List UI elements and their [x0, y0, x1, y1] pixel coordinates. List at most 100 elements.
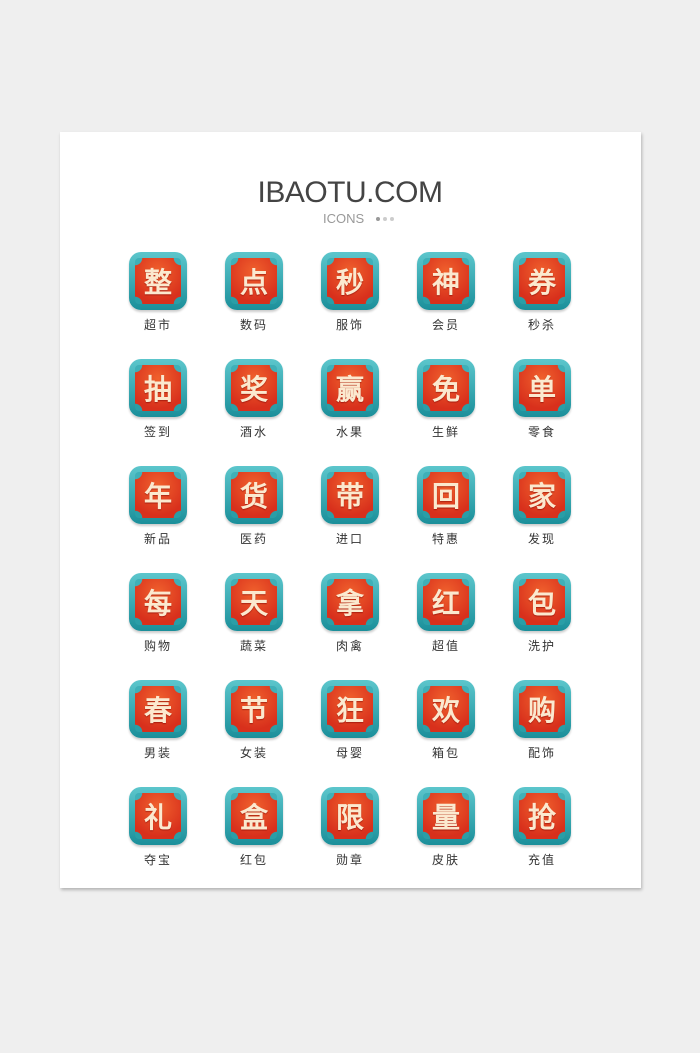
icon-item[interactable]: 购配饰	[494, 680, 590, 787]
icon-item[interactable]: 点数码	[206, 252, 302, 359]
icon-label: 超值	[431, 639, 460, 653]
icon-label: 红包	[239, 853, 268, 867]
icon-label: 配饰	[527, 746, 556, 760]
icon-item[interactable]: 节女装	[206, 680, 302, 787]
badge-icon: 年	[129, 466, 187, 524]
icon-item[interactable]: 包洗护	[494, 573, 590, 680]
icon-character: 购	[519, 686, 565, 732]
badge-icon: 免	[417, 359, 475, 417]
badge-icon: 拿	[321, 573, 379, 631]
icon-character: 秒	[327, 258, 373, 304]
icon-character: 红	[423, 579, 469, 625]
icon-item[interactable]: 回特惠	[398, 466, 494, 573]
badge-icon: 抽	[129, 359, 187, 417]
icon-item[interactable]: 春男装	[110, 680, 206, 787]
badge-icon: 限	[321, 787, 379, 845]
icon-item[interactable]: 抢充值	[494, 787, 590, 894]
icon-item[interactable]: 每购物	[110, 573, 206, 680]
badge-icon: 欢	[417, 680, 475, 738]
icon-character: 每	[135, 579, 181, 625]
icon-item[interactable]: 红超值	[398, 573, 494, 680]
badge-icon: 奖	[225, 359, 283, 417]
icon-item[interactable]: 欢箱包	[398, 680, 494, 787]
icon-item[interactable]: 年新品	[110, 466, 206, 573]
icon-character: 抢	[519, 793, 565, 839]
icon-item[interactable]: 拿肉禽	[302, 573, 398, 680]
badge-icon: 点	[225, 252, 283, 310]
icon-character: 抽	[135, 365, 181, 411]
icon-label: 发现	[527, 532, 556, 546]
icon-label: 男装	[143, 746, 172, 760]
icon-item[interactable]: 秒服饰	[302, 252, 398, 359]
badge-icon: 节	[225, 680, 283, 738]
badge-icon: 回	[417, 466, 475, 524]
icon-item[interactable]: 量皮肤	[398, 787, 494, 894]
icon-character: 狂	[327, 686, 373, 732]
badge-icon: 家	[513, 466, 571, 524]
icon-item[interactable]: 神会员	[398, 252, 494, 359]
badge-icon: 狂	[321, 680, 379, 738]
icon-label: 医药	[239, 532, 268, 546]
icon-label: 箱包	[431, 746, 460, 760]
icon-label: 水果	[335, 425, 364, 439]
icon-character: 免	[423, 365, 469, 411]
icon-character: 拿	[327, 579, 373, 625]
icon-character: 带	[327, 472, 373, 518]
icon-item[interactable]: 赢水果	[302, 359, 398, 466]
icon-label: 新品	[143, 532, 172, 546]
icon-label: 酒水	[239, 425, 268, 439]
icon-item[interactable]: 奖酒水	[206, 359, 302, 466]
badge-icon: 赢	[321, 359, 379, 417]
icon-character: 点	[231, 258, 277, 304]
icon-label: 生鲜	[431, 425, 460, 439]
icon-label: 会员	[431, 318, 460, 332]
icon-label: 母婴	[335, 746, 364, 760]
icon-item[interactable]: 抽签到	[110, 359, 206, 466]
icon-label: 充值	[527, 853, 556, 867]
pagination-dots	[376, 217, 394, 221]
icon-item[interactable]: 单零食	[494, 359, 590, 466]
icon-character: 单	[519, 365, 565, 411]
icon-label: 零食	[527, 425, 556, 439]
icon-character: 天	[231, 579, 277, 625]
icon-item[interactable]: 盒红包	[206, 787, 302, 894]
icon-label: 肉禽	[335, 639, 364, 653]
icon-character: 券	[519, 258, 565, 304]
icon-label: 超市	[143, 318, 172, 332]
icon-label: 签到	[143, 425, 172, 439]
icon-item[interactable]: 带进口	[302, 466, 398, 573]
icon-item[interactable]: 货医药	[206, 466, 302, 573]
icon-character: 货	[231, 472, 277, 518]
icon-item[interactable]: 免生鲜	[398, 359, 494, 466]
icon-character: 春	[135, 686, 181, 732]
badge-icon: 购	[513, 680, 571, 738]
icon-character: 欢	[423, 686, 469, 732]
icon-label: 女装	[239, 746, 268, 760]
badge-icon: 盒	[225, 787, 283, 845]
icon-item[interactable]: 礼夺宝	[110, 787, 206, 894]
icon-item[interactable]: 券秒杀	[494, 252, 590, 359]
badge-icon: 整	[129, 252, 187, 310]
icon-label: 进口	[335, 532, 364, 546]
icon-character: 奖	[231, 365, 277, 411]
badge-icon: 带	[321, 466, 379, 524]
icon-label: 特惠	[431, 532, 460, 546]
dot	[376, 217, 380, 221]
icon-character: 赢	[327, 365, 373, 411]
icon-item[interactable]: 狂母婴	[302, 680, 398, 787]
badge-icon: 券	[513, 252, 571, 310]
icon-character: 家	[519, 472, 565, 518]
badge-icon: 抢	[513, 787, 571, 845]
icon-character: 量	[423, 793, 469, 839]
icon-label: 购物	[143, 639, 172, 653]
icon-character: 整	[135, 258, 181, 304]
icon-character: 节	[231, 686, 277, 732]
icon-character: 年	[135, 472, 181, 518]
icon-character: 回	[423, 472, 469, 518]
page-subtitle: ICONS	[323, 211, 365, 226]
icon-item[interactable]: 限勋章	[302, 787, 398, 894]
badge-icon: 包	[513, 573, 571, 631]
icon-item[interactable]: 天蔬菜	[206, 573, 302, 680]
icon-item[interactable]: 家发现	[494, 466, 590, 573]
icon-item[interactable]: 整超市	[110, 252, 206, 359]
